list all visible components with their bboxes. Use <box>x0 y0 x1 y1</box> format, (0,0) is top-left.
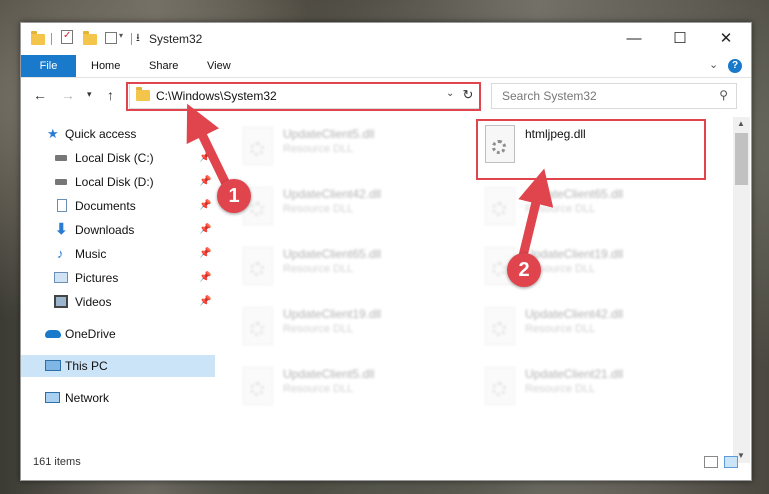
sidebar-item-documents[interactable]: Documents 📌 <box>21 195 215 217</box>
recent-locations-chevron-icon[interactable]: ▾ <box>87 89 92 100</box>
music-icon: ♪ <box>57 246 64 261</box>
ribbon-expand-icon[interactable]: ⌄ <box>709 58 718 71</box>
tab-home[interactable]: Home <box>91 55 120 77</box>
file-item[interactable]: UpdateClient42.dll Resource DLL <box>479 303 699 349</box>
sidebar-item-downloads[interactable]: ⬇ Downloads 📌 <box>21 219 215 241</box>
navigation-pane: ★ Quick access Local Disk (C:) 📌 Local D… <box>21 117 215 463</box>
star-icon: ★ <box>47 126 59 141</box>
quick-access-customize-icon[interactable] <box>105 32 117 44</box>
drive-icon <box>55 155 67 161</box>
tab-share[interactable]: Share <box>149 55 178 77</box>
ribbon-tabs: File Home Share View ⌄ ? <box>21 55 751 78</box>
scrollbar-thumb[interactable] <box>735 133 748 185</box>
pin-icon[interactable]: 📌 <box>199 147 211 169</box>
sidebar-item-pictures[interactable]: Pictures 📌 <box>21 267 215 289</box>
sidebar-item-network[interactable]: Network <box>21 387 215 409</box>
file-item[interactable]: UpdateClient42.dll Resource DLL <box>237 183 457 229</box>
file-item[interactable]: UpdateClient19.dll Resource DLL <box>237 303 457 349</box>
network-icon <box>45 392 60 403</box>
dll-file-icon <box>485 307 515 345</box>
sidebar-item-music[interactable]: ♪ Music 📌 <box>21 243 215 265</box>
file-item[interactable]: UpdateClient5.dll Resource DLL <box>237 123 457 169</box>
sidebar-item-local-disk-c[interactable]: Local Disk (C:) 📌 <box>21 147 215 169</box>
scroll-up-icon[interactable]: ▲ <box>737 119 745 128</box>
sidebar-item-this-pc[interactable]: This PC <box>21 355 215 377</box>
drive-icon <box>55 179 67 185</box>
dll-file-icon <box>243 367 273 405</box>
file-item[interactable]: UpdateClient5.dll Resource DLL <box>237 363 457 409</box>
help-icon[interactable]: ? <box>728 59 742 73</box>
toolbar-separator <box>51 33 52 45</box>
dll-file-icon <box>243 127 273 165</box>
dll-file-icon <box>243 247 273 285</box>
window-title: System32 <box>149 32 203 46</box>
step-1-badge: 1 <box>217 179 251 213</box>
toolbar-separator <box>131 33 132 45</box>
file-highlight <box>476 119 706 180</box>
sidebar-item-videos[interactable]: Videos 📌 <box>21 291 215 313</box>
sidebar-item-quick-access[interactable]: ★ Quick access <box>21 123 215 145</box>
down-arrow-icon[interactable]: ⭳ <box>136 29 140 45</box>
address-bar-highlight <box>126 82 481 111</box>
title-bar: ✓ ▾ ⭳ System32 — ☐ ✕ <box>21 23 751 55</box>
dll-file-icon <box>485 367 515 405</box>
scroll-down-icon[interactable]: ▼ <box>737 451 745 460</box>
file-item[interactable]: UpdateClient65.dll Resource DLL <box>237 243 457 289</box>
documents-icon <box>57 199 67 212</box>
cloud-icon <box>45 330 61 338</box>
pin-icon[interactable]: 📌 <box>199 219 211 241</box>
search-icon[interactable]: ⚲ <box>719 88 728 102</box>
file-item[interactable]: UpdateClient65.dll Resource DLL <box>479 183 699 229</box>
dll-file-icon <box>485 187 515 225</box>
maximize-button[interactable]: ☐ <box>657 23 703 55</box>
minimize-button[interactable]: — <box>611 23 657 55</box>
download-icon: ⬇ <box>55 221 68 238</box>
large-icons-view-icon[interactable] <box>724 456 738 468</box>
pin-icon[interactable]: 📌 <box>199 243 211 265</box>
dll-file-icon <box>243 307 273 345</box>
pin-icon[interactable]: 📌 <box>199 291 211 313</box>
vertical-scrollbar[interactable]: ▲ ▼ <box>733 117 750 463</box>
close-button[interactable]: ✕ <box>703 23 749 55</box>
tab-view[interactable]: View <box>207 55 231 77</box>
step-2-badge: 2 <box>507 253 541 287</box>
up-arrow-icon[interactable]: ↑ <box>107 87 114 103</box>
status-item-count: 161 items <box>33 456 81 468</box>
tab-file[interactable]: File <box>21 55 76 77</box>
computer-icon <box>45 360 61 371</box>
file-item[interactable]: UpdateClient21.dll Resource DLL <box>479 363 699 409</box>
sidebar-item-local-disk-d[interactable]: Local Disk (D:) 📌 <box>21 171 215 193</box>
search-input[interactable] <box>500 88 714 104</box>
pin-icon[interactable]: 📌 <box>199 171 211 193</box>
properties-icon[interactable]: ✓ <box>61 30 73 44</box>
details-view-icon[interactable] <box>704 456 718 468</box>
forward-arrow-icon[interactable]: → <box>61 87 75 103</box>
pin-icon[interactable]: 📌 <box>199 267 211 289</box>
videos-icon <box>54 295 68 308</box>
pin-icon[interactable]: 📌 <box>199 195 211 217</box>
pictures-icon <box>54 272 68 283</box>
sidebar-item-onedrive[interactable]: OneDrive <box>21 323 215 345</box>
back-arrow-icon[interactable]: ← <box>33 87 47 103</box>
search-box[interactable]: ⚲ <box>491 83 737 109</box>
dropdown-chevron-icon[interactable]: ▾ <box>119 31 123 47</box>
